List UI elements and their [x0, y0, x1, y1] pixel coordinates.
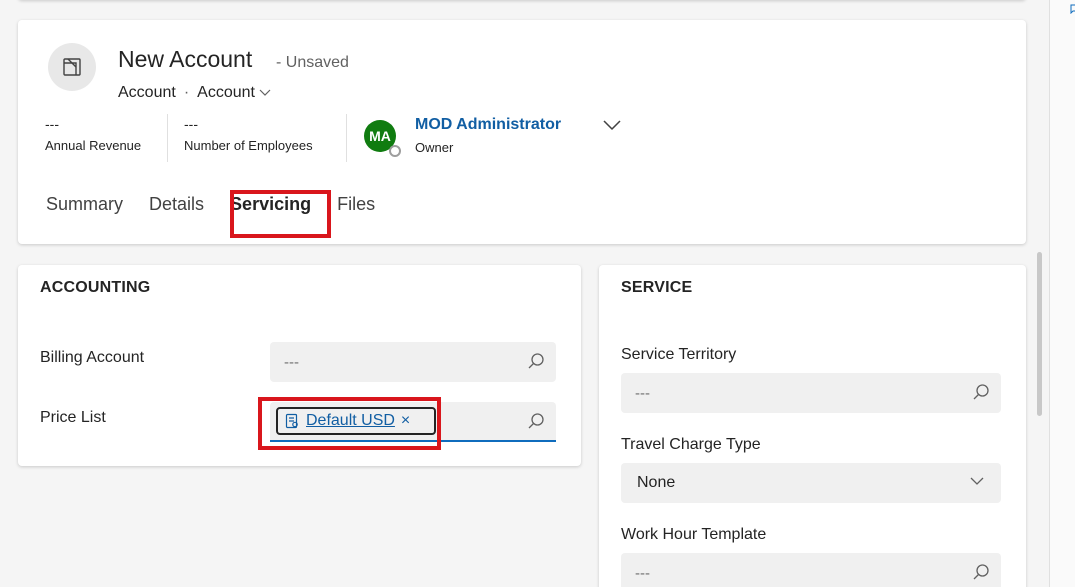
entity-name: Account [118, 84, 176, 101]
metric-label: Number of Employees [184, 138, 313, 153]
travel-charge-type-select[interactable]: None [621, 463, 1001, 503]
record-header: New Account - Unsaved Account · Account … [18, 20, 1026, 244]
vertical-scrollbar[interactable] [1037, 252, 1042, 416]
owner-name-link[interactable]: MOD Administrator [415, 116, 561, 134]
search-icon[interactable] [526, 411, 546, 431]
breadcrumb-separator: · [183, 84, 190, 101]
section-title-accounting: ACCOUNTING [40, 279, 151, 296]
service-section: SERVICE Service Territory --- Travel Cha… [599, 265, 1026, 587]
record-title: New Account [118, 46, 253, 72]
highlight-box-price-list [258, 397, 441, 450]
search-icon[interactable] [526, 351, 546, 371]
tab-summary[interactable]: Summary [46, 194, 123, 215]
account-entity-icon [48, 43, 96, 91]
form-selector[interactable]: Account [197, 84, 271, 102]
presence-status-icon [389, 145, 401, 157]
travel-charge-type-label: Travel Charge Type [621, 436, 761, 453]
tab-details[interactable]: Details [149, 194, 204, 215]
metric-value: --- [45, 116, 59, 132]
header-expand-chevron-icon[interactable] [602, 118, 622, 132]
work-hour-template-input[interactable]: --- [621, 553, 1001, 587]
service-territory-value: --- [635, 385, 650, 402]
chevron-down-icon [970, 477, 984, 485]
divider [167, 114, 168, 162]
section-title-service: SERVICE [621, 279, 693, 296]
metric-value: --- [184, 116, 198, 132]
form-tabs: Summary Details Servicing Files [46, 194, 401, 215]
divider [346, 114, 347, 162]
billing-account-input[interactable]: --- [270, 342, 556, 382]
service-territory-label: Service Territory [621, 346, 737, 363]
travel-charge-type-value: None [637, 474, 676, 491]
work-hour-template-label: Work Hour Template [621, 526, 767, 543]
billing-account-label: Billing Account [40, 349, 145, 366]
service-territory-input[interactable]: --- [621, 373, 1001, 413]
breadcrumb: Account · Account [118, 84, 271, 102]
tab-files[interactable]: Files [337, 194, 375, 215]
form-name: Account [197, 84, 255, 101]
highlight-box-servicing-tab [230, 190, 331, 238]
comment-icon[interactable] [1070, 4, 1075, 14]
right-side-pane [1049, 0, 1075, 587]
search-icon[interactable] [971, 562, 991, 582]
chevron-down-icon [259, 89, 271, 96]
metric-number-of-employees: --- Number of Employees [184, 116, 313, 153]
metric-annual-revenue: --- Annual Revenue [45, 116, 141, 153]
work-hour-template-value: --- [635, 565, 650, 582]
billing-account-value: --- [284, 354, 299, 371]
owner-label: Owner [415, 140, 454, 155]
metric-label: Annual Revenue [45, 138, 142, 153]
save-status: - Unsaved [276, 54, 349, 71]
price-list-label: Price List [40, 409, 106, 426]
search-icon[interactable] [971, 382, 991, 402]
